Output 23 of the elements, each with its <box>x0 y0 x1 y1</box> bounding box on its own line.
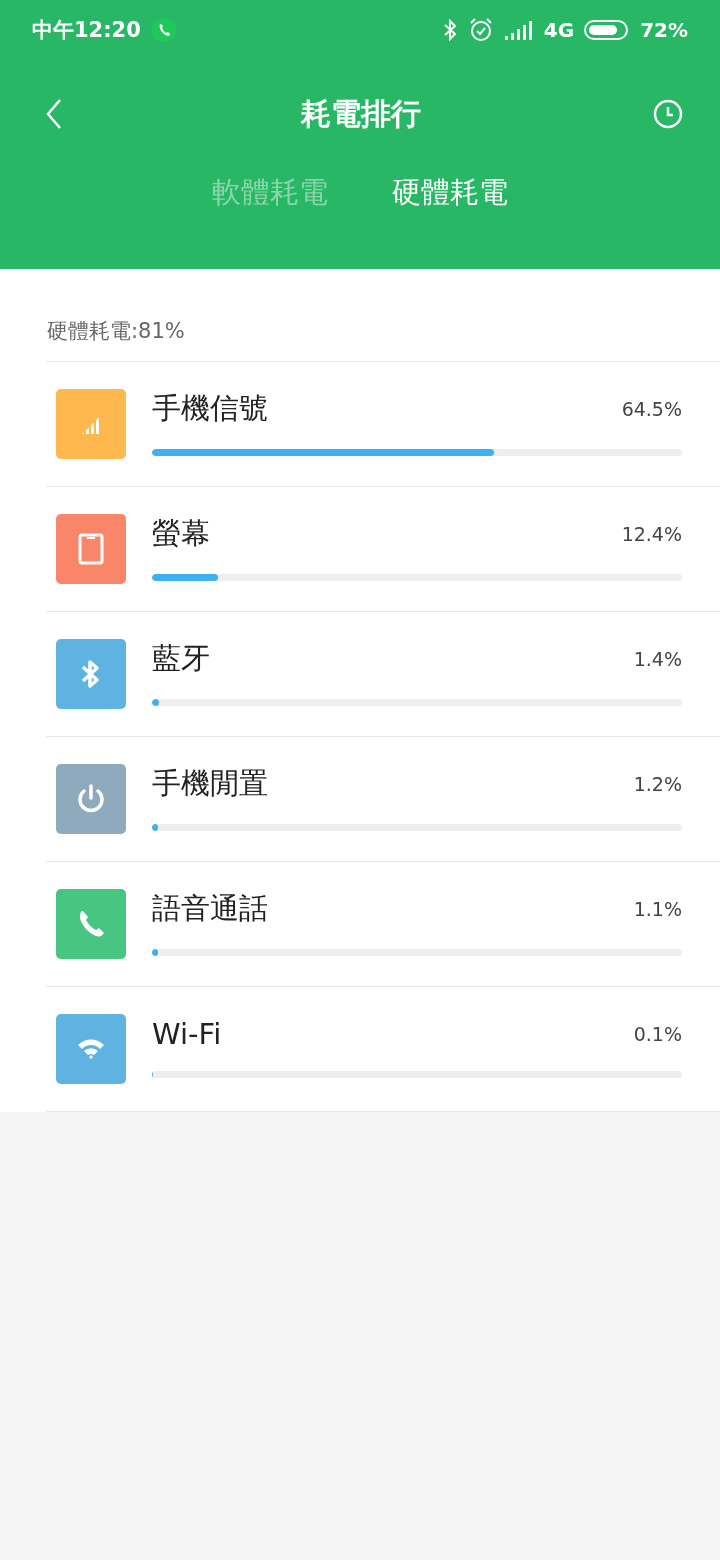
item-percent: 1.2% <box>633 772 682 795</box>
battery-percent: 72% <box>640 17 688 42</box>
status-time: 中午12:20 <box>32 16 141 44</box>
page-title: 耗電排行 <box>299 94 422 133</box>
item-name: 藍牙 <box>152 639 211 677</box>
item-name: 螢幕 <box>152 514 211 552</box>
item-name: 手機閒置 <box>152 764 269 802</box>
phone-call-icon <box>150 16 177 43</box>
clock-icon[interactable] <box>652 98 684 131</box>
item-name: 手機信號 <box>152 389 269 427</box>
item-percent: 1.4% <box>633 647 682 670</box>
battery-icon <box>584 18 631 41</box>
network-type: 4G <box>543 17 575 42</box>
tab[interactable]: 硬體耗電 <box>392 173 508 214</box>
item-percent: 64.5% <box>621 397 682 420</box>
tab[interactable]: 軟體耗電 <box>212 173 328 214</box>
item-name: Wi-Fi <box>152 1016 223 1051</box>
signal-icon <box>503 18 534 41</box>
item-name: 語音通話 <box>152 889 269 927</box>
summary-text: 硬體耗電:81% <box>46 318 186 345</box>
item-percent: 0.1% <box>633 1022 682 1045</box>
item-percent: 12.4% <box>621 522 682 545</box>
item-percent: 1.1% <box>633 897 682 920</box>
